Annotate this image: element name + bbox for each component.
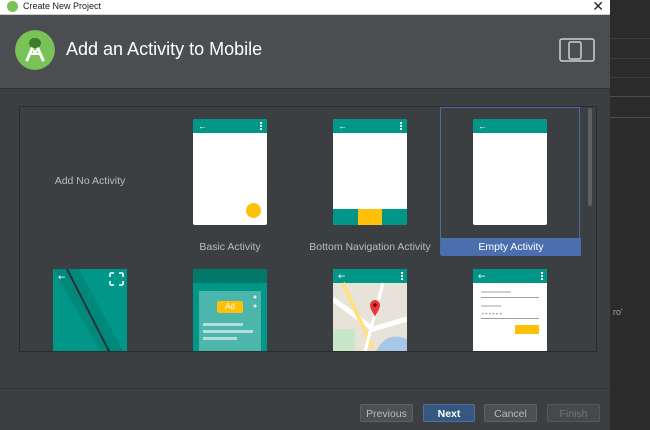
overflow-menu-icon xyxy=(400,122,402,130)
svg-text:←: ← xyxy=(478,272,486,282)
template-fullscreen-activity[interactable]: ← xyxy=(53,269,127,351)
phone-preview: ← xyxy=(193,119,267,225)
back-arrow-icon: ← xyxy=(198,121,207,131)
window-title: Create New Project xyxy=(23,1,102,11)
dialog-header: Add an Activity to Mobile xyxy=(0,15,610,89)
scrollbar-thumb[interactable] xyxy=(588,108,592,206)
maps-preview-icon: ← xyxy=(333,269,407,351)
ad-badge: Ad xyxy=(225,302,235,311)
bottom-navigation-bar xyxy=(333,209,407,225)
overflow-menu-icon xyxy=(260,122,262,130)
background-editor-fragment: ro' xyxy=(613,307,623,317)
finish-button: Finish xyxy=(547,404,600,422)
footer-divider xyxy=(0,388,610,389)
template-google-admob-ads-activity[interactable]: Ad xyxy=(193,269,267,351)
template-label: Bottom Navigation Activity xyxy=(309,241,431,253)
fullscreen-preview-icon: ← xyxy=(53,269,127,351)
back-arrow-icon: ← xyxy=(478,121,487,131)
template-empty-activity[interactable]: ← Empty Activity xyxy=(440,107,581,256)
template-label: Basic Activity xyxy=(199,241,261,253)
phone-tablet-icon xyxy=(559,38,595,62)
android-studio-small-icon xyxy=(7,1,18,12)
bottom-navigation-selected-item xyxy=(358,209,382,225)
svg-text:←: ← xyxy=(338,272,346,282)
cancel-button[interactable]: Cancel xyxy=(484,404,537,422)
gallery-scrollbar[interactable] xyxy=(585,106,595,350)
phone-preview: ← xyxy=(333,119,407,225)
template-label: Add No Activity xyxy=(54,175,126,187)
close-icon[interactable]: ✕ xyxy=(592,0,604,14)
next-button[interactable]: Next xyxy=(423,404,475,422)
login-preview-icon: ← •••••• xyxy=(473,269,547,351)
background-ide-window xyxy=(610,0,650,430)
window-titlebar: Create New Project ✕ xyxy=(0,0,610,15)
template-login-activity[interactable]: ← •••••• xyxy=(473,269,547,351)
template-bottom-navigation-activity[interactable]: ← Bottom Navigation Activity xyxy=(300,107,440,255)
phone-preview: ← xyxy=(473,119,547,225)
android-studio-icon xyxy=(15,30,55,70)
template-google-maps-activity[interactable]: ← xyxy=(333,269,407,351)
floating-action-button-icon xyxy=(246,203,261,218)
svg-text:←: ← xyxy=(58,273,66,283)
page-title: Add an Activity to Mobile xyxy=(66,39,263,59)
svg-text:••••••: •••••• xyxy=(481,311,502,318)
previous-button[interactable]: Previous xyxy=(360,404,413,422)
create-project-dialog: Create New Project ✕ Add an Activity to … xyxy=(0,0,610,430)
template-add-no-activity[interactable]: Add No Activity xyxy=(20,107,160,255)
activity-gallery: Add No Activity ← Basic Activity ← Botto… xyxy=(19,106,597,352)
back-arrow-icon: ← xyxy=(338,121,347,131)
template-label: Empty Activity xyxy=(441,238,581,256)
template-basic-activity[interactable]: ← Basic Activity xyxy=(160,107,300,255)
